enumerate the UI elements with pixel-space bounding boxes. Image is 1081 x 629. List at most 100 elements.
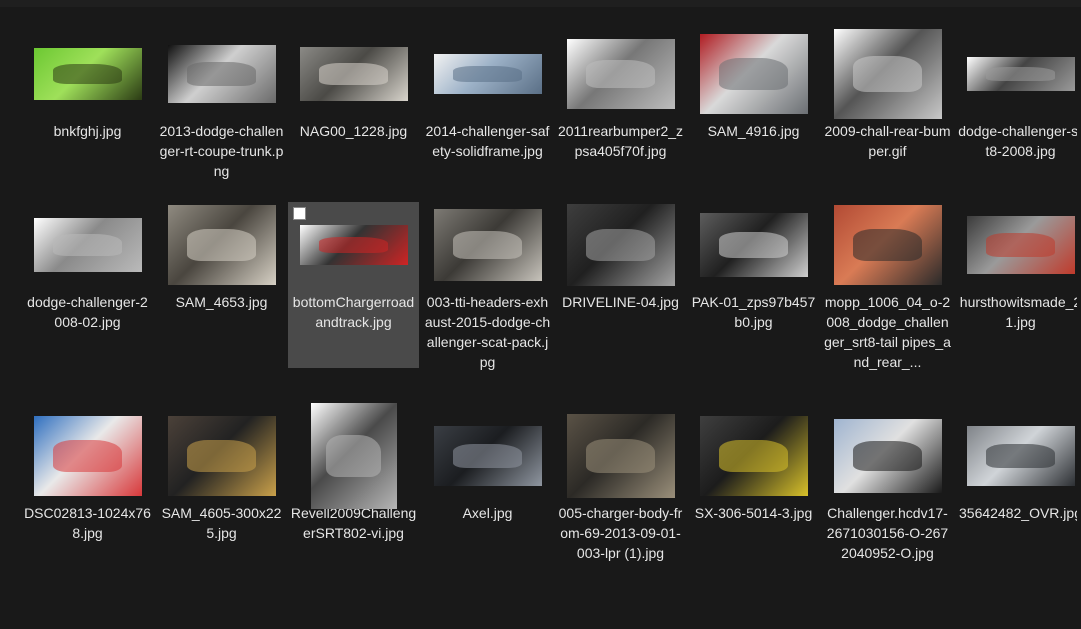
thumbnail-frame [22,35,153,113]
thumbnail-subject [985,67,1056,81]
thumbnail-subject [852,229,923,261]
file-item[interactable]: SAM_4605-300x225.jpg [156,413,287,543]
thumbnail-frame [955,417,1081,495]
title-bar-strip [0,0,1081,7]
thumbnail-image [966,216,1075,274]
thumbnail-subject [52,63,123,85]
file-item[interactable]: 003-tti-headers-exhaust-2015-dodge-chall… [422,202,553,372]
file-item[interactable]: 35642482_OVR.jpg [955,413,1081,523]
file-item[interactable]: SAM_4916.jpg [688,31,819,141]
file-name: dodge-challenger-srt8-2008.jpg [958,123,1081,159]
file-item[interactable]: bnkfghj.jpg [22,31,153,141]
thumbnail-subject [452,444,523,468]
file-name: 35642482_OVR.jpg [959,505,1081,521]
thumbnail-image [566,204,675,286]
thumbnail-image [433,426,542,486]
file-item[interactable]: hursthowitsmade_21.jpg [955,202,1081,332]
thumbnail-image [833,29,942,119]
file-item[interactable]: SX-306-5014-3.jpg [688,413,819,523]
file-item[interactable]: 2009-chall-rear-bumper.gif [822,29,953,161]
thumbnail-frame [955,206,1081,284]
thumbnail-frame [422,206,553,284]
file-item[interactable]: SAM_4653.jpg [156,202,287,312]
thumbnail-subject [52,234,123,256]
file-item[interactable]: 005-charger-body-from-69-2013-09-01-003-… [555,413,686,563]
file-name: SX-306-5014-3.jpg [694,505,813,521]
file-name: PAK-01_zps97b457b0.jpg [691,294,816,330]
file-item[interactable]: DRIVELINE-04.jpg [555,202,686,312]
thumbnail-subject [186,62,257,86]
thumbnail-frame [822,29,953,119]
file-name: SAM_4605-300x225.jpg [161,505,282,541]
thumbnail-frame [822,205,953,285]
file-name: 005-charger-body-from-69-2013-09-01-003-… [558,505,683,561]
thumbnail-subject [585,228,656,262]
thumbnail-image [167,45,276,103]
file-item[interactable]: NAG00_1228.jpg [288,31,419,141]
thumbnail-image [167,416,276,496]
thumbnail-frame [156,205,287,285]
thumbnail-frame [688,416,819,496]
thumbnail-image [566,414,675,498]
file-item[interactable]: dodge-challenger-srt8-2008.jpg [955,31,1081,161]
thumbnail-subject [585,60,656,88]
selection-checkbox[interactable] [293,207,306,220]
file-name: dodge-challenger-2008-02.jpg [27,294,148,330]
thumbnail-subject [325,434,381,478]
file-name: 2009-chall-rear-bumper.gif [824,123,951,159]
thumbnail-image [33,218,142,272]
thumbnail-subject [452,230,523,260]
thumbnail-image [433,209,542,281]
thumbnail-image [699,34,808,114]
file-name: Axel.jpg [462,505,513,521]
file-name: mopp_1006_04_o-2008_dodge_challenger_srt… [824,294,951,370]
thumbnail-image [566,39,675,109]
file-item[interactable]: mopp_1006_04_o-2008_dodge_challenger_srt… [822,202,953,372]
scrollbar[interactable] [1077,7,1081,629]
thumbnail-subject [52,440,123,472]
thumbnail-frame [288,206,419,284]
thumbnail-frame [22,416,153,496]
thumbnail-subject [985,444,1056,468]
file-item[interactable]: DSC02813-1024x768.jpg [22,413,153,543]
thumbnail-image [699,416,808,496]
file-name: SAM_4916.jpg [707,123,800,139]
file-item[interactable]: Challenger.hcdv17-2671030156-O-267204095… [822,413,953,563]
thumbnail-subject [852,56,923,92]
thumbnail-frame [422,417,553,495]
thumbnail-subject [985,233,1056,257]
file-name: bnkfghj.jpg [53,123,122,139]
thumbnail-frame [555,414,686,498]
file-item[interactable]: bottomChargerroadandtrack.jpg [288,202,419,368]
thumbnail-frame [822,417,953,495]
file-item[interactable]: 2014-challenger-safety-solidframe.jpg [422,31,553,161]
file-name: bottomChargerroadandtrack.jpg [292,294,415,330]
file-item[interactable]: Axel.jpg [422,413,553,523]
thumbnail-image [966,57,1075,91]
file-item[interactable]: 2011rearbumper2_zpsa405f70f.jpg [555,31,686,161]
thumbnail-image [433,54,542,94]
file-item[interactable]: dodge-challenger-2008-02.jpg [22,202,153,332]
file-item[interactable]: 2013-dodge-challenger-rt-coupe-trunk.png [156,31,287,181]
thumbnail-image [966,426,1075,486]
thumbnail-image [33,416,142,496]
file-item[interactable]: Revell2009ChallengerSRT802-vi.jpg [288,403,419,543]
thumbnail-frame [555,35,686,113]
thumbnail-frame [555,204,686,286]
thumbnail-frame [422,35,553,113]
file-name: 003-tti-headers-exhaust-2015-dodge-chall… [424,294,551,370]
thumbnail-subject [718,58,789,90]
thumbnail-image [299,225,408,265]
thumbnail-subject [852,441,923,471]
file-item[interactable]: PAK-01_zps97b457b0.jpg [688,202,819,332]
file-name: Revell2009ChallengerSRT802-vi.jpg [290,505,417,541]
thumbnail-subject [318,237,389,253]
thumbnail-subject [718,232,789,258]
thumbnail-subject [186,229,257,261]
thumbnail-frame [288,403,419,509]
thumbnail-frame [156,416,287,496]
file-name: 2014-challenger-safety-solidframe.jpg [425,123,550,159]
file-name: 2011rearbumper2_zpsa405f70f.jpg [557,123,684,159]
file-name: NAG00_1228.jpg [299,123,408,139]
thumbnail-subject [186,440,257,472]
